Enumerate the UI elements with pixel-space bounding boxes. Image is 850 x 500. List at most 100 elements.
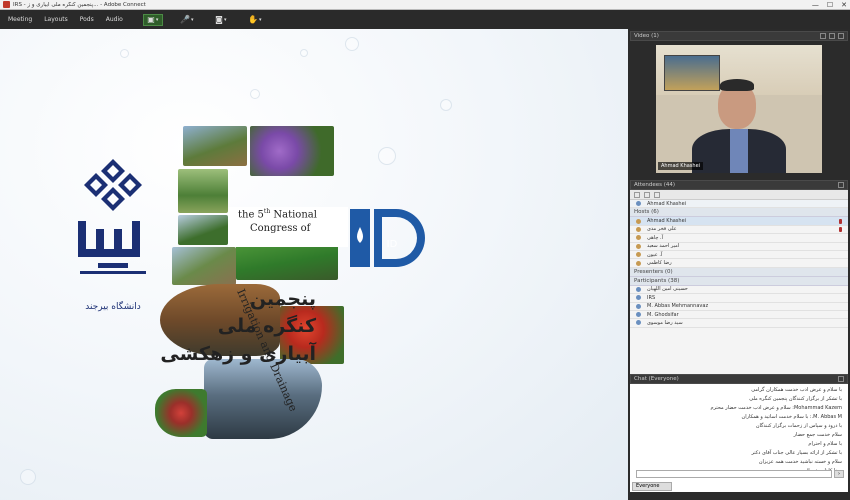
attendee-name: رضا کاظمی [647,260,672,267]
chat-message: با سلام و احترام [808,441,842,447]
host-icon [636,252,641,258]
layout-icon[interactable] [820,33,826,39]
attendee-name: علی فخر مدی [647,226,677,233]
participant-icon [636,295,641,301]
screen-share-icon[interactable]: ▣ ▾ [142,13,163,26]
list-item[interactable]: M. Abbas Mehmannavaz [630,303,848,311]
microphone-active-icon [839,226,842,232]
chat-pod-controls [838,376,844,382]
water-drop [300,49,308,57]
participants-group-label: Participants (38) [634,277,680,284]
pod-menu-icon[interactable] [838,33,844,39]
share-pod-slide: دانشگاه بیرجند the 5th National Congress… [0,29,628,500]
list-item[interactable]: سید رضا موسوی [630,319,848,328]
participant-icon [636,320,641,326]
chat-recipient-selector[interactable]: Everyone [632,482,672,491]
attendee-name: M. Abbas Mehmannavaz [647,303,709,310]
options-icon[interactable] [654,192,660,198]
chat-message: با سلام و عرض ادب خدمت همکاران گرامی [751,387,842,393]
list-item[interactable]: M. Ghodsifar [630,311,848,320]
list-item[interactable]: امیر احمد سعید [630,243,848,251]
speaker-shirt [730,129,748,173]
chat-message: با تشکر از ارائه بسیار عالی جناب آقای دک… [751,450,843,456]
chat-message: با تشکر از برگزار کنندگان پنجمین کنگره م… [749,396,842,402]
chat-message: M. Abbas M.: با سلام خدمت اساتید و همکار… [741,414,842,420]
current-user-name: Ahmad Khashei [647,200,687,207]
chat-messages[interactable]: با سلام و عرض ادب خدمت همکاران گرامی با … [630,384,848,476]
university-caption: دانشگاه بیرجند [85,300,141,312]
chat-send-button[interactable]: › [834,470,844,478]
video-pod: Video (1) Ahmad Khashei [630,31,848,177]
attendee-name: آ. عیون [647,251,663,258]
hosts-group-header[interactable]: Hosts (6) [630,208,848,218]
list-item[interactable]: Ahmad Khashei [630,217,848,226]
host-icon [636,260,641,266]
participants-group-header[interactable]: Participants (38) [630,276,848,286]
window-controls: — ☐ ✕ [812,1,847,9]
current-user-row[interactable]: Ahmad Khashei [630,200,848,209]
menu-layouts[interactable]: Layouts [38,16,74,23]
attendees-pod-controls [838,182,844,188]
persian-title-line2: کنگره ملی [217,315,316,337]
list-item[interactable]: آ. چاهی [630,234,848,243]
english-title-box: the 5th National Congress of [228,207,348,247]
photo-saffron [250,126,334,176]
adobe-connect-icon [3,1,10,8]
user-icon [636,201,641,207]
photo-sprinkler [178,215,228,245]
video-pod-header: Video (1) [630,31,848,41]
chat-message-input[interactable] [636,470,832,478]
host-icon [636,218,641,224]
pod-menu-icon[interactable] [838,376,844,382]
speaker-hair [720,79,754,91]
host-icon [636,235,641,241]
presenters-group-header[interactable]: Presenters (0) [630,267,848,277]
video-pod-controls [820,33,844,39]
menu-pods[interactable]: Pods [74,16,100,23]
photo-tractor [183,126,247,166]
attendees-pod-header: Attendees (44) [630,180,848,190]
chat-pod-title: Chat (Everyone) [634,376,679,382]
list-item[interactable]: آ. عیون [630,251,848,260]
photo-water-canal [204,359,322,439]
attendee-name: امیر احمد سعید [647,243,680,250]
minimize-icon[interactable]: — [812,1,819,9]
chat-message: سلام خدمت جمع حضار [793,432,842,438]
microphone-icon[interactable]: 🎤 ▾ [177,14,197,26]
webcam-icon[interactable]: ◙ ▾ [211,14,231,26]
chat-pod-header: Chat (Everyone) [630,374,848,384]
participant-icon [636,286,641,292]
close-icon[interactable]: ✕ [841,1,847,9]
list-item[interactable]: حسینی امین اللهیان [630,286,848,295]
hosts-group-label: Hosts (6) [634,209,659,216]
chat-message: سلام و خسته نباشید خدمت همه عزیزان [758,459,842,465]
speaker-video[interactable]: Ahmad Khashei [656,45,822,173]
raise-hand-icon[interactable]: ✋ ▾ [245,14,265,26]
presenters-group-label: Presenters (0) [634,268,673,275]
attendees-toolbar [630,190,848,200]
maximize-icon[interactable]: ☐ [827,1,833,9]
water-drop [440,99,452,111]
water-drop [378,147,396,165]
window-title: IRS - پنجمین کنگره ملی آبیاری و ز... - A… [13,1,146,8]
attendee-name: آ. چاهی [647,234,663,241]
photo-strawberries [155,389,207,437]
list-item[interactable]: IRS [630,294,848,303]
english-title-line1: the 5th National [238,208,317,221]
list-item[interactable]: علی فخر مدی [630,226,848,235]
list-item[interactable]: رضا کاظمی [630,259,848,268]
video-pod-title: Video (1) [634,33,659,39]
host-icon [636,226,641,232]
status-icon[interactable] [644,192,650,198]
chat-message: Mohammad Kazem: سلام و عرض ادب خدمت حضار… [710,405,842,411]
chat-pod: Chat (Everyone) با سلام و عرض ادب خدمت ه… [630,374,848,492]
menu-audio[interactable]: Audio [100,16,129,23]
fullscreen-icon[interactable] [829,33,835,39]
pod-menu-icon[interactable] [838,182,844,188]
attendee-name: حسینی امین اللهیان [647,286,688,293]
photo-green-field [178,169,228,213]
view-options-icon[interactable] [634,192,640,198]
menu-meeting[interactable]: Meeting [2,16,38,23]
photo-channel [172,247,236,285]
id-logo-letters: ID [387,239,398,250]
